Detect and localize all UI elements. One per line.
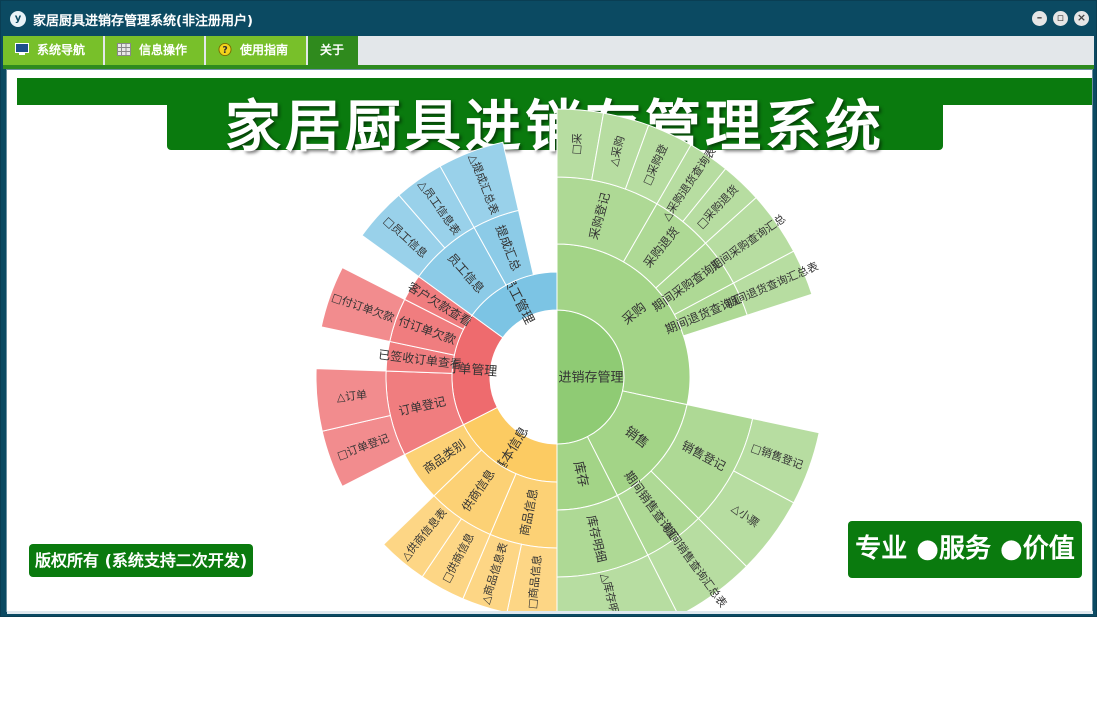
app-logo-icon: y — [10, 11, 26, 27]
tab-label: 信息操作 — [139, 43, 188, 57]
tab-system-navigation[interactable]: 系统导航 — [3, 36, 105, 65]
tab-info-operations[interactable]: 信息操作 — [105, 36, 206, 65]
slogan-badge: 专业 ●服务 ●价值 — [848, 521, 1082, 578]
grid-icon — [117, 43, 131, 56]
monitor-icon — [15, 43, 29, 55]
tab-about[interactable]: 关于 — [308, 36, 360, 65]
tab-user-guide[interactable]: ? 使用指南 — [206, 36, 308, 65]
restore-icon[interactable]: ▫ — [1053, 11, 1068, 26]
sunburst-root-label: 进销存管理 — [558, 371, 623, 386]
status-strip — [7, 611, 1093, 614]
tab-label: 系统导航 — [37, 43, 86, 57]
window-title: 家居厨具进销存管理系统(非注册用户) — [33, 14, 253, 29]
minimize-icon[interactable]: – — [1032, 11, 1047, 26]
close-icon[interactable]: × — [1074, 11, 1089, 26]
tab-label: 使用指南 — [240, 43, 289, 57]
menu-bar: 系统导航 信息操作 ? 使用指南 关于 — [3, 36, 1094, 65]
sunburst-leaf-label: □采 — [569, 133, 584, 155]
app-window: y 家居厨具进销存管理系统(非注册用户) – ▫ × 系统导航 信息操作 ? 使… — [0, 0, 1097, 617]
copyright-label: 版权所有 (系统支持二次开发) — [29, 544, 254, 577]
tab-label: 关于 — [320, 43, 345, 57]
title-bar[interactable]: y 家居厨具进销存管理系统(非注册用户) – ▫ × — [1, 1, 1096, 35]
main-panel: 家居厨具进销存管理系统 进销存管理 采购 采购登记 □采 △采购 □采购登 采购退货 △采购退… — [6, 69, 1093, 612]
svg-text:?: ? — [222, 45, 227, 56]
help-icon: ? — [218, 43, 232, 56]
